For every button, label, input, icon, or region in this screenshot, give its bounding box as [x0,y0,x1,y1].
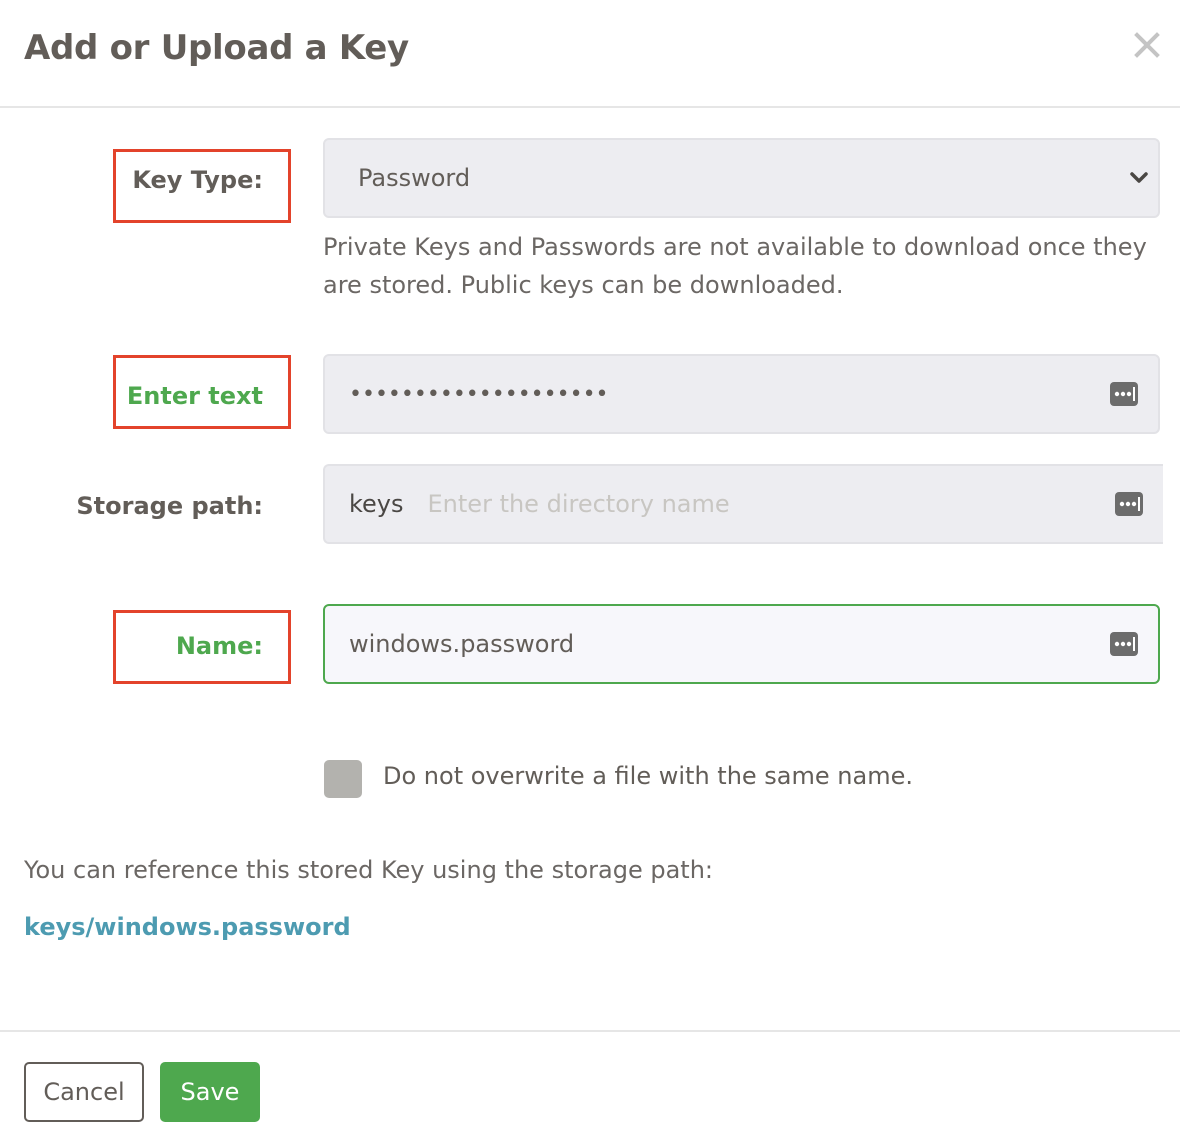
password-manager-icon[interactable] [1115,492,1143,516]
close-icon [1134,32,1160,58]
reference-text: You can reference this stored Key using … [24,856,714,884]
password-manager-icon[interactable] [1110,382,1138,406]
storage-path-label: Storage path: [76,492,263,520]
key-type-help-text: Private Keys and Passwords are not avail… [323,233,1147,299]
save-button[interactable]: Save [160,1062,260,1122]
storage-path-input[interactable]: keys Enter the directory name [323,464,1163,544]
dialog-header: Add or Upload a Key [0,0,1180,108]
enter-text-value: •••••••••••••••••••• [349,381,609,407]
storage-path-placeholder: Enter the directory name [427,490,730,518]
cancel-button[interactable]: Cancel [24,1062,144,1122]
name-value: windows.password [349,630,575,658]
close-button[interactable] [1132,30,1162,60]
password-manager-icon[interactable] [1110,632,1138,656]
overwrite-checkbox[interactable] [324,760,362,798]
key-type-select[interactable]: Password [323,138,1160,218]
enter-text-input[interactable]: •••••••••••••••••••• [323,354,1160,434]
key-type-value: Password [358,164,471,192]
key-type-label: Key Type: [132,166,263,194]
dialog-title: Add or Upload a Key [24,28,409,68]
footer-divider [0,1030,1180,1032]
overwrite-checkbox-label[interactable]: Do not overwrite a file with the same na… [383,762,913,790]
name-input[interactable]: windows.password [323,604,1160,684]
name-label: Name: [175,632,263,660]
enter-text-label: Enter text [126,382,263,410]
storage-path-prefix: keys [349,490,404,518]
add-key-dialog: Add or Upload a Key Key Type: Password P… [0,0,1180,1148]
chevron-down-icon [1130,172,1148,183]
storage-path-link[interactable]: keys/windows.password [24,913,351,941]
